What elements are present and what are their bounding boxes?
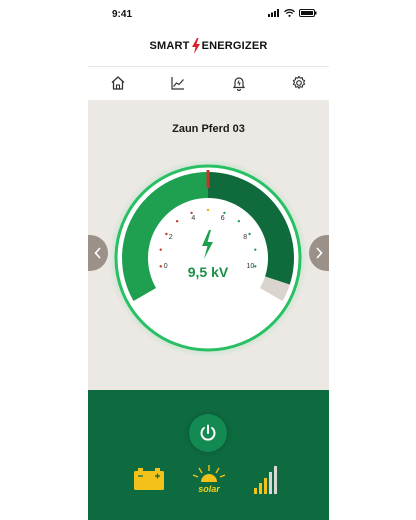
nav-settings[interactable]: [283, 69, 315, 97]
nav-alarm[interactable]: [223, 69, 255, 97]
gauge-inner-dial: [152, 202, 264, 314]
chart-icon: [171, 76, 185, 90]
status-icons: [268, 9, 317, 17]
status-time: 9:41: [112, 9, 133, 20]
settings-gear-icon: [292, 75, 306, 89]
solar-label: solar: [198, 484, 220, 494]
voltage-gauge: 0 2 4 6 8 10 9,5 kV: [108, 158, 308, 358]
gauge-tick-dot: [206, 208, 210, 212]
gauge-value: 9,5 kV: [188, 264, 229, 280]
power-icon: [200, 424, 216, 441]
device-name: Zaun Pferd 03: [172, 123, 245, 135]
main-panel: Zaun Pferd 03 0 2 4 6 8 10 9,5 kV: [88, 100, 329, 390]
battery-status-icon: [299, 9, 317, 17]
phone-screen: 9:41 SMART ENERGIZER Zaun Pferd 03 0 2 4…: [88, 0, 329, 520]
brand-logo: SMART ENERGIZER: [88, 36, 329, 56]
wifi-icon: [284, 9, 295, 17]
nav-home[interactable]: [102, 69, 134, 97]
gauge-tick-label: 8: [243, 234, 247, 241]
power-button[interactable]: [189, 414, 227, 452]
gauge-tick-dot: [248, 232, 251, 236]
gauge-tick-dot: [223, 211, 226, 215]
home-icon: [111, 75, 125, 90]
bottom-panel: solar: [88, 390, 329, 520]
chevron-left-icon: [94, 247, 101, 259]
alarm-bell-icon: [232, 76, 245, 91]
gauge-tick-label: 2: [169, 234, 173, 241]
nav-chart[interactable]: [162, 69, 194, 97]
gauge-tick-dot: [254, 248, 257, 251]
brand-word-energizer: ENERGIZER: [201, 40, 268, 52]
brand-word-smart: SMART: [149, 40, 190, 52]
cellular-signal-icon: [268, 9, 279, 17]
gauge-tick-label: 10: [246, 263, 254, 270]
gauge-tick-dot: [237, 220, 241, 223]
gauge-tick-dot: [159, 248, 162, 251]
lightning-bolt-icon: [191, 38, 200, 54]
gauge-tick-dot: [165, 232, 168, 236]
gauge-tick-dot: [159, 265, 162, 268]
gauge-tick-dot: [254, 265, 257, 268]
gauge-tick-label: 6: [221, 215, 225, 222]
gauge-tick-dot: [175, 220, 179, 223]
solar-indicator: solar: [191, 464, 227, 496]
gauge-tick-label: 0: [164, 263, 168, 270]
signal-strength-icon: [254, 466, 277, 494]
battery-icon: [134, 468, 164, 490]
sun-icon: [192, 465, 226, 482]
chevron-right-icon: [316, 247, 323, 259]
nav-bar: [88, 66, 329, 98]
status-bar: 9:41: [88, 0, 329, 30]
gauge-tick-label: 4: [191, 215, 195, 222]
gauge-tick-dot: [190, 211, 193, 215]
